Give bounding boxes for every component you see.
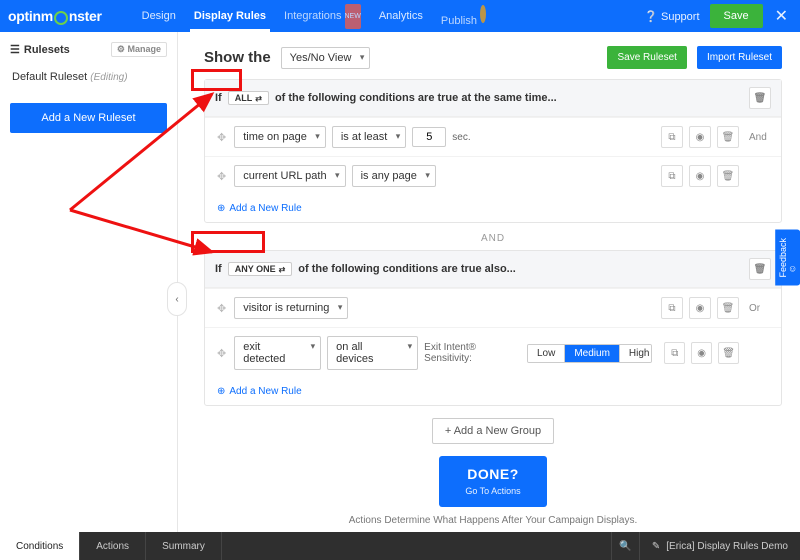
footer-tab-summary[interactable]: Summary: [146, 532, 222, 560]
sens-medium[interactable]: Medium: [565, 345, 620, 362]
rule-copy-button[interactable]: ⧉: [664, 342, 685, 364]
top-nav: Design Display Rules IntegrationsNEW Ana…: [142, 0, 486, 36]
main-panel: Show the Yes/No View Save Ruleset Import…: [178, 32, 800, 532]
manage-rulesets-button[interactable]: ⚙ Manage: [111, 42, 167, 57]
show-the-label: Show the: [204, 49, 271, 66]
rule1-field-select[interactable]: time on page: [234, 126, 326, 148]
publish-status-dot: [480, 5, 486, 23]
nav-integrations[interactable]: IntegrationsNEW: [284, 1, 361, 31]
rule-row: ✥ exit detected on all devices Exit Inte…: [205, 327, 781, 378]
rule1-unit: sec.: [452, 132, 470, 143]
footer-search-button[interactable]: 🔍: [611, 532, 639, 560]
feedback-icon: ☺: [788, 264, 797, 274]
group1-delete-button[interactable]: 🗑: [749, 87, 771, 109]
ruleset-default[interactable]: Default Ruleset (Editing): [10, 65, 167, 89]
plus-icon: ⊕: [217, 386, 225, 397]
close-icon[interactable]: ✕: [771, 6, 792, 26]
rule-preview-button[interactable]: ◉: [691, 342, 712, 364]
footer-bar: Conditions Actions Summary 🔍 ✎[Erica] Di…: [0, 532, 800, 560]
swap-icon: ⇄: [279, 265, 286, 274]
footer-tab-actions[interactable]: Actions: [80, 532, 146, 560]
logo-eye-icon: [54, 11, 68, 25]
condition-group-2: If ANY ONE⇄ of the following conditions …: [204, 250, 782, 406]
save-ruleset-button[interactable]: Save Ruleset: [607, 46, 686, 69]
add-rule-link-2[interactable]: ⊕Add a New Rule: [205, 378, 314, 405]
done-caption: Actions Determine What Happens After You…: [204, 515, 782, 526]
sens-high[interactable]: High: [620, 345, 652, 362]
g2-rule2-scope-select[interactable]: on all devices: [327, 336, 418, 370]
rule-delete-button[interactable]: 🗑: [717, 126, 739, 148]
rule-row: ✥ time on page is at least sec. ⧉ ◉ 🗑 An…: [205, 117, 781, 156]
rule-copy-button[interactable]: ⧉: [661, 165, 683, 187]
import-ruleset-button[interactable]: Import Ruleset: [697, 46, 782, 69]
group2-head-text: of the following conditions are true als…: [298, 263, 516, 275]
add-group-button[interactable]: + Add a New Group: [432, 418, 554, 444]
group1-head-text: of the following conditions are true at …: [275, 92, 557, 104]
between-operator: AND: [204, 233, 782, 244]
swap-icon: ⇄: [255, 94, 262, 103]
rule-row: ✥ current URL path is any page ⧉ ◉ 🗑: [205, 156, 781, 195]
nav-publish[interactable]: Publish: [441, 0, 486, 36]
rule-delete-button[interactable]: 🗑: [718, 342, 739, 364]
list-icon: ☰: [10, 44, 20, 56]
drag-handle[interactable]: ✥: [215, 170, 228, 183]
rule2-op-select[interactable]: is any page: [352, 165, 436, 187]
drag-handle[interactable]: ✥: [215, 302, 228, 315]
pencil-icon: ✎: [652, 541, 660, 552]
rule-preview-button[interactable]: ◉: [689, 126, 711, 148]
rule-delete-button[interactable]: 🗑: [717, 165, 739, 187]
sidebar-collapse-handle[interactable]: ‹: [167, 282, 187, 316]
rule-delete-button[interactable]: 🗑: [717, 297, 739, 319]
sensitivity-label: Exit Intent® Sensitivity:: [424, 342, 521, 364]
rule-preview-button[interactable]: ◉: [689, 165, 711, 187]
nav-display-rules[interactable]: Display Rules: [194, 1, 266, 31]
add-rule-link-1[interactable]: ⊕Add a New Rule: [205, 195, 314, 222]
rule-copy-button[interactable]: ⧉: [661, 126, 683, 148]
sidebar: ☰ Rulesets ⚙ Manage Default Ruleset (Edit…: [0, 32, 178, 532]
group2-delete-button[interactable]: 🗑: [749, 258, 771, 280]
rule1-op-select[interactable]: is at least: [332, 126, 406, 148]
view-select[interactable]: Yes/No View: [281, 47, 371, 69]
rule-andor: Or: [749, 303, 771, 314]
drag-handle[interactable]: ✥: [215, 131, 228, 144]
quantifier-toggle-any[interactable]: ANY ONE⇄: [228, 262, 293, 276]
drag-handle[interactable]: ✥: [215, 347, 228, 360]
rule1-value-input[interactable]: [412, 127, 446, 147]
logo: optinmnster: [8, 8, 102, 24]
rule2-field-select[interactable]: current URL path: [234, 165, 345, 187]
sens-low[interactable]: Low: [528, 345, 565, 362]
footer-tab-conditions[interactable]: Conditions: [0, 532, 80, 560]
new-badge: NEW: [345, 4, 361, 29]
rule-andor: And: [749, 132, 771, 143]
quantifier-toggle-all[interactable]: ALL⇄: [228, 91, 269, 105]
nav-design[interactable]: Design: [142, 1, 176, 31]
done-button[interactable]: DONE? Go To Actions: [439, 456, 546, 507]
g2-rule2-field-select[interactable]: exit detected: [234, 336, 321, 370]
add-ruleset-button[interactable]: Add a New Ruleset: [10, 103, 167, 133]
rule-copy-button[interactable]: ⧉: [661, 297, 683, 319]
nav-analytics[interactable]: Analytics: [379, 1, 423, 31]
help-icon: ❔: [644, 11, 658, 23]
sensitivity-segment: Low Medium High: [527, 344, 652, 363]
save-button[interactable]: Save: [710, 4, 763, 28]
footer-campaign-name[interactable]: ✎[Erica] Display Rules Demo: [639, 532, 800, 560]
rulesets-title: Rulesets: [24, 44, 70, 56]
plus-icon: ⊕: [217, 203, 225, 214]
feedback-tab[interactable]: Feedback ☺: [775, 230, 800, 286]
condition-group-1: If ALL⇄ of the following conditions are …: [204, 79, 782, 223]
rule-row: ✥ visitor is returning ⧉ ◉ 🗑 Or: [205, 288, 781, 327]
support-link[interactable]: ❔ Support: [644, 10, 699, 23]
rule-preview-button[interactable]: ◉: [689, 297, 711, 319]
g2-rule1-field-select[interactable]: visitor is returning: [234, 297, 348, 319]
